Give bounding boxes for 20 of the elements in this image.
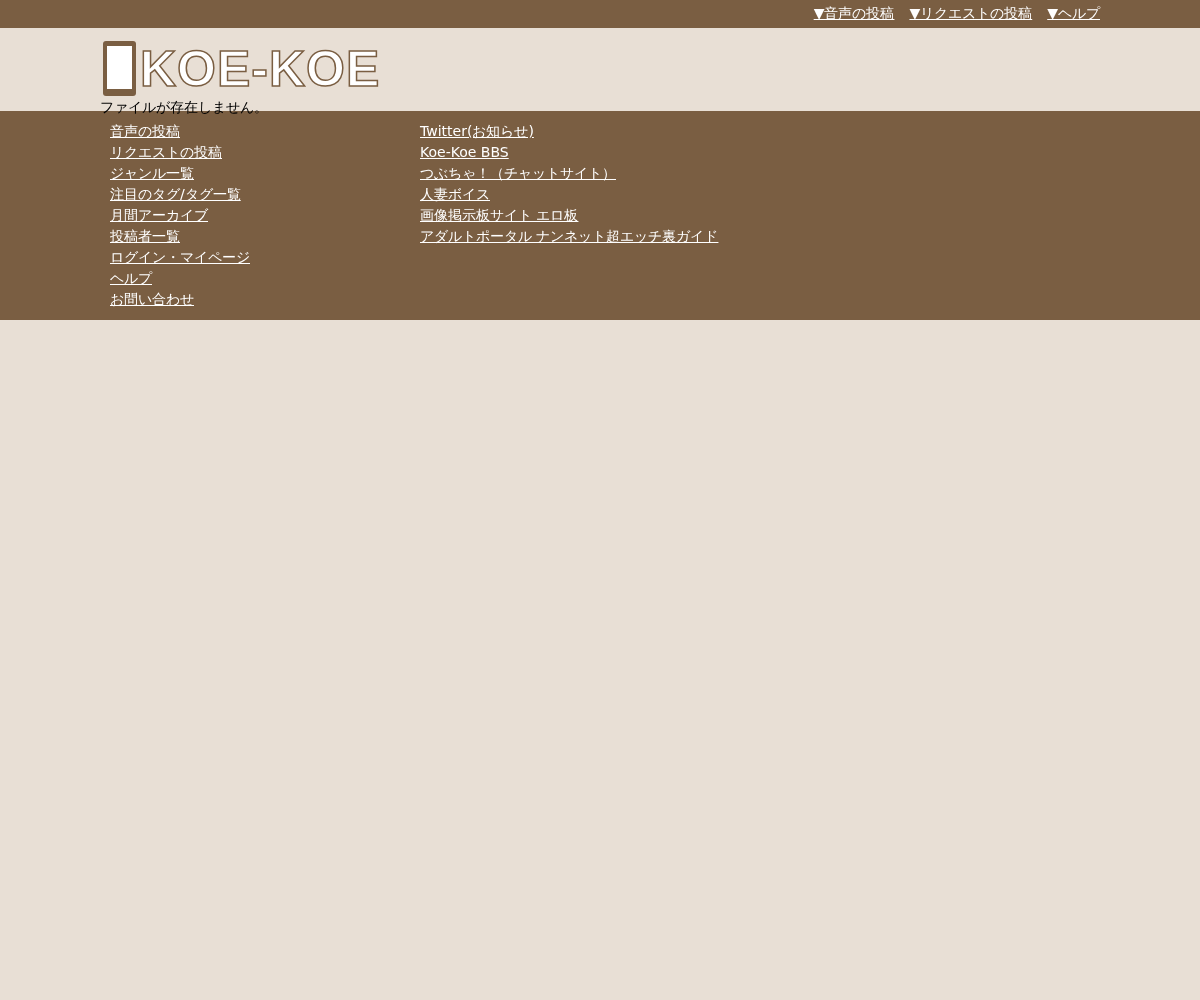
footer-link[interactable]: ログイン・マイページ xyxy=(110,247,420,268)
footer-link[interactable]: 月間アーカイブ xyxy=(110,205,420,226)
top-nav-link[interactable]: ▼ヘルプ xyxy=(1047,5,1100,23)
footer-link[interactable]: ジャンル一覧 xyxy=(110,163,420,184)
footer-link[interactable]: 注目のタグ/タグ一覧 xyxy=(110,184,420,205)
footer-link[interactable]: ヘルプ xyxy=(110,268,420,289)
phone-icon xyxy=(103,41,136,96)
footer-link[interactable]: Twitter(お知らせ) xyxy=(420,121,719,142)
footer-link[interactable]: アダルトポータル ナンネット超エッチ裏ガイド xyxy=(420,226,719,247)
footer-link[interactable]: 画像掲示板サイト エロ板 xyxy=(420,205,719,226)
top-nav-link[interactable]: ▼音声の投稿 xyxy=(813,5,895,23)
footer-link[interactable]: 音声の投稿 xyxy=(110,121,420,142)
footer-link[interactable]: お問い合わせ xyxy=(110,289,420,310)
footer-link[interactable]: 投稿者一覧 xyxy=(110,226,420,247)
footer-link[interactable]: つぶちゃ！（チャットサイト） xyxy=(420,163,719,184)
footer-link[interactable]: 人妻ボイス xyxy=(420,184,719,205)
top-nav-link[interactable]: ▼リクエストの投稿 xyxy=(909,5,1033,23)
footer-link[interactable]: Koe-Koe BBS xyxy=(420,142,719,163)
error-message: ファイルが存在しません。 xyxy=(100,99,269,117)
footer-link[interactable]: リクエストの投稿 xyxy=(110,142,420,163)
